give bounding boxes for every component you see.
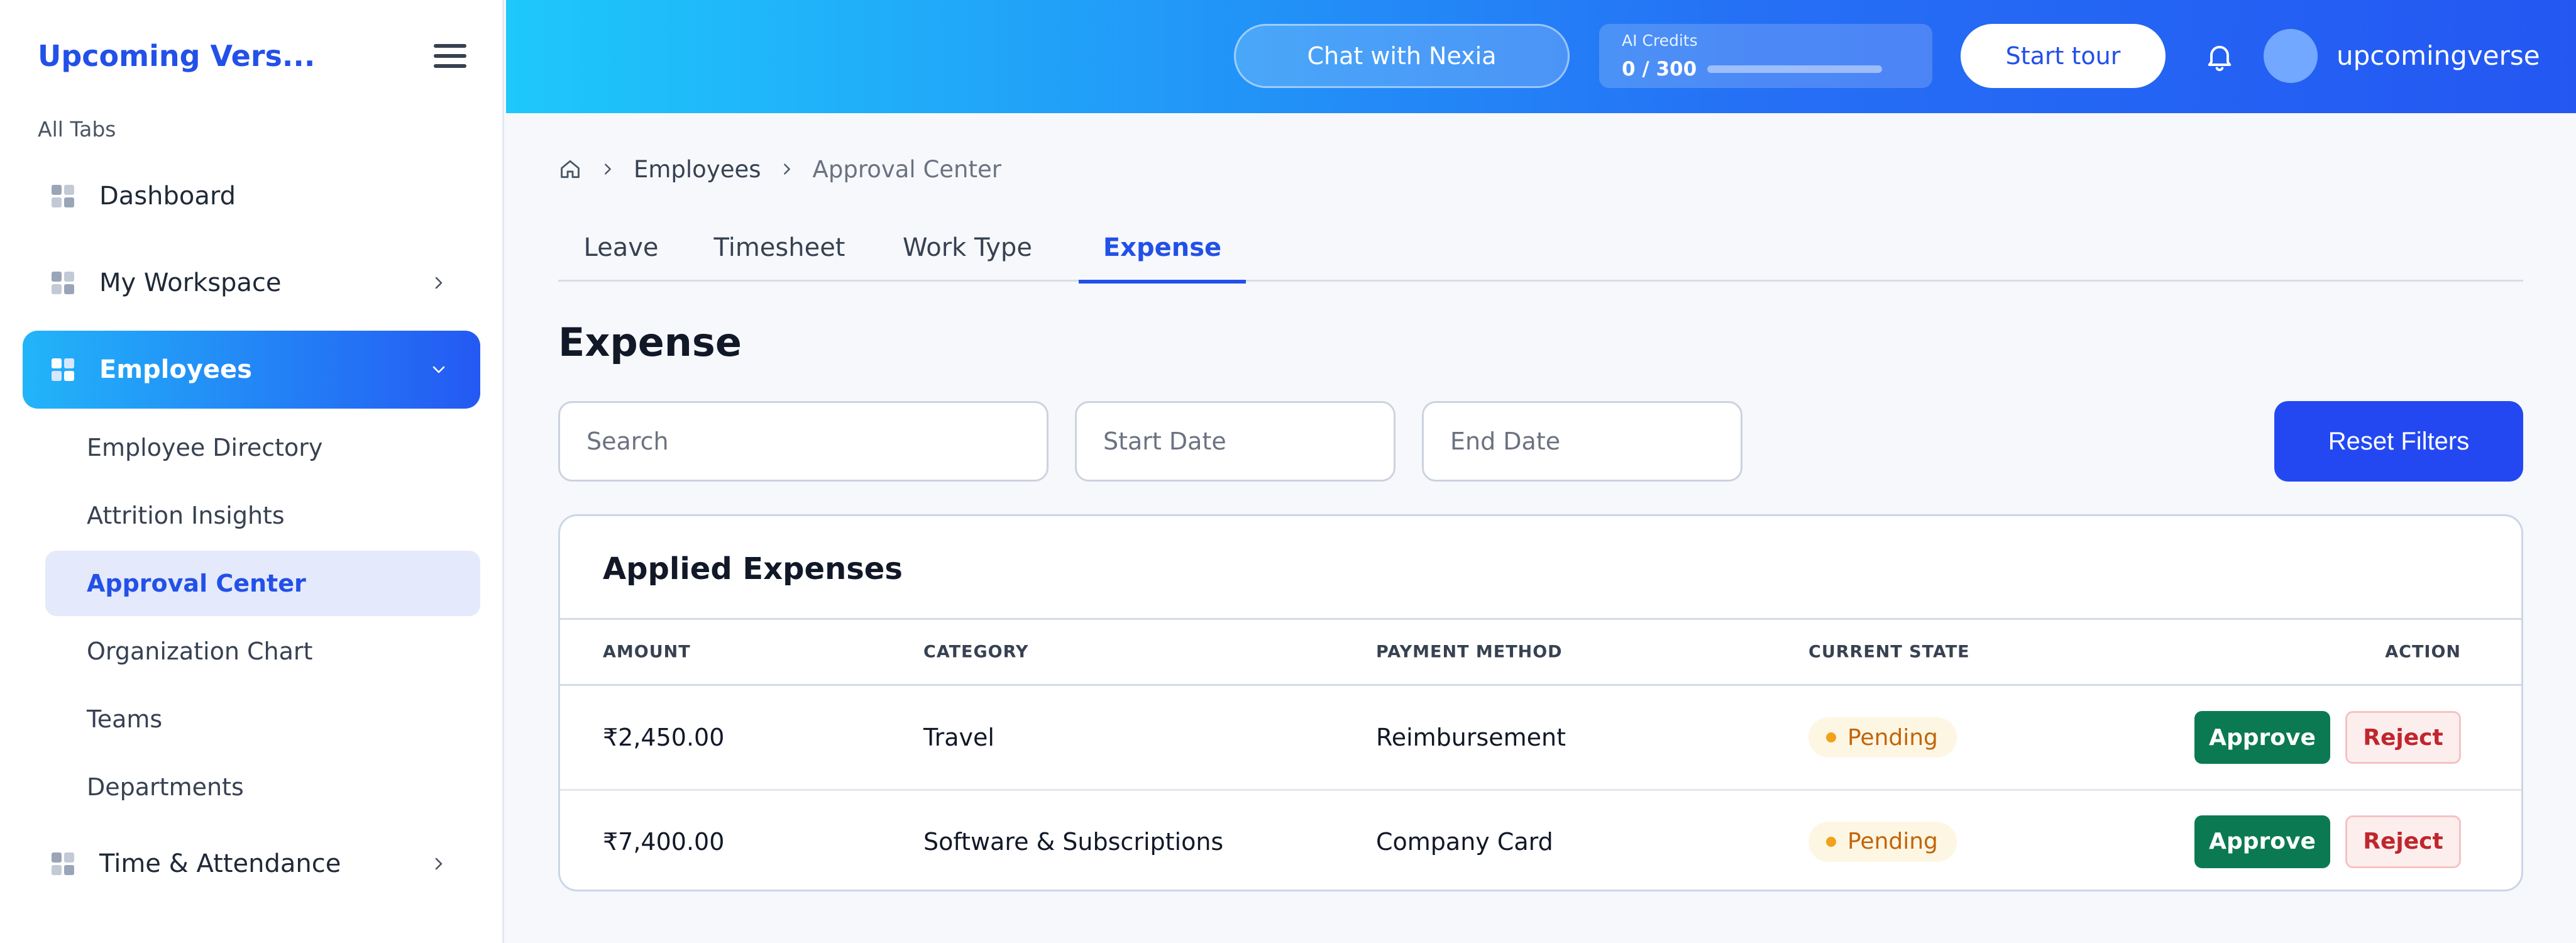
column-header-category: CATEGORY bbox=[923, 642, 1029, 662]
sidebar-subitem-label: Organization Chart bbox=[87, 637, 313, 665]
chat-with-nexia-button[interactable]: Chat with Nexia bbox=[1234, 24, 1570, 88]
ai-credits-value: 0 / 300 bbox=[1622, 58, 1697, 80]
column-header-action: ACTION bbox=[2385, 642, 2461, 662]
tab-leave[interactable]: Leave bbox=[572, 214, 670, 282]
status-badge: Pending bbox=[1808, 717, 1957, 758]
sidebar-item-my-workspace[interactable]: My Workspace bbox=[23, 244, 480, 322]
sidebar-item-dashboard[interactable]: Dashboard bbox=[23, 157, 480, 235]
approve-button[interactable]: Approve bbox=[2194, 711, 2330, 764]
avatar[interactable] bbox=[2264, 29, 2318, 83]
cell-amount: ₹2,450.00 bbox=[603, 724, 725, 751]
sidebar-item-label: Time & Attendance bbox=[99, 849, 341, 878]
reject-button[interactable]: Reject bbox=[2345, 815, 2461, 868]
sidebar: Upcoming Vers... All Tabs Dashboard My W… bbox=[0, 0, 504, 943]
reset-filters-button[interactable]: Reset Filters bbox=[2274, 401, 2523, 482]
sidebar-subitem-organization-chart[interactable]: Organization Chart bbox=[45, 619, 480, 684]
chevron-right-icon bbox=[601, 162, 615, 176]
tab-work-type[interactable]: Work Type bbox=[890, 214, 1045, 282]
sidebar-item-time-attendance[interactable]: Time & Attendance bbox=[23, 825, 480, 903]
sidebar-subitem-teams[interactable]: Teams bbox=[45, 687, 480, 752]
cell-payment-method: Company Card bbox=[1376, 827, 1553, 856]
username[interactable]: upcomingverse bbox=[2337, 40, 2540, 71]
home-icon[interactable] bbox=[558, 157, 582, 181]
ai-credits-label: AI Credits bbox=[1622, 31, 1698, 50]
tab-timesheet[interactable]: Timesheet bbox=[707, 214, 852, 282]
applied-expenses-card: Applied Expenses AMOUNT CATEGORY PAYMENT… bbox=[558, 514, 2523, 891]
sidebar-item-label: Employees bbox=[99, 355, 252, 384]
ai-credits-widget: AI Credits 0 / 300 bbox=[1599, 24, 1932, 88]
approve-button[interactable]: Approve bbox=[2194, 815, 2330, 868]
cell-amount: ₹7,400.00 bbox=[603, 827, 725, 856]
page-title: Expense bbox=[558, 319, 742, 365]
top-bar: Chat with Nexia AI Credits 0 / 300 Start… bbox=[506, 0, 2576, 113]
end-date-input[interactable] bbox=[1422, 401, 1742, 482]
tab-expense[interactable]: Expense bbox=[1079, 214, 1246, 284]
sidebar-subitem-label: Employee Directory bbox=[87, 434, 323, 461]
sidebar-subitem-approval-center[interactable]: Approval Center bbox=[45, 551, 480, 616]
table-row: ₹7,400.00 Software & Subscriptions Compa… bbox=[560, 789, 2521, 890]
table-header: AMOUNT CATEGORY PAYMENT METHOD CURRENT S… bbox=[560, 618, 2521, 686]
cell-payment-method: Reimbursement bbox=[1376, 724, 1566, 751]
bell-icon[interactable] bbox=[2203, 40, 2236, 73]
sidebar-subitem-label: Attrition Insights bbox=[87, 502, 285, 529]
chevron-right-icon bbox=[426, 851, 451, 876]
hamburger-menu-icon[interactable] bbox=[434, 44, 466, 69]
sidebar-subitem-label: Departments bbox=[87, 773, 244, 801]
sidebar-item-label: My Workspace bbox=[99, 268, 282, 297]
cell-category: Travel bbox=[923, 724, 994, 751]
time-grid-icon bbox=[52, 852, 74, 875]
sidebar-subitem-attrition-insights[interactable]: Attrition Insights bbox=[45, 483, 480, 548]
workspace-grid-icon bbox=[52, 272, 74, 294]
column-header-payment-method: PAYMENT METHOD bbox=[1376, 642, 1563, 662]
cell-category: Software & Subscriptions bbox=[923, 827, 1224, 856]
employees-grid-icon bbox=[52, 358, 74, 381]
breadcrumb: Employees Approval Center bbox=[558, 153, 1001, 185]
tab-bar: Leave Timesheet Work Type Expense bbox=[558, 214, 2523, 284]
sidebar-section-label: All Tabs bbox=[38, 117, 116, 141]
breadcrumb-item-employees[interactable]: Employees bbox=[634, 156, 761, 183]
sidebar-subitem-departments[interactable]: Departments bbox=[45, 754, 480, 820]
sidebar-item-label: Dashboard bbox=[99, 182, 236, 211]
breadcrumb-item-current: Approval Center bbox=[812, 155, 1001, 183]
ai-credits-progress-bar bbox=[1707, 65, 1882, 73]
sidebar-subitem-label: Teams bbox=[87, 705, 163, 733]
table-row: ₹2,450.00 Travel Reimbursement Pending A… bbox=[560, 686, 2521, 789]
column-header-amount: AMOUNT bbox=[603, 642, 691, 662]
search-input[interactable] bbox=[558, 401, 1049, 482]
reject-button[interactable]: Reject bbox=[2345, 711, 2461, 764]
sidebar-subitem-employee-directory[interactable]: Employee Directory bbox=[45, 415, 480, 480]
chevron-right-icon bbox=[780, 162, 794, 176]
card-title: Applied Expenses bbox=[603, 551, 903, 587]
chevron-down-icon bbox=[426, 357, 451, 382]
start-tour-button[interactable]: Start tour bbox=[1961, 24, 2166, 88]
brand-title[interactable]: Upcoming Vers... bbox=[38, 39, 315, 73]
column-header-current-state: CURRENT STATE bbox=[1808, 642, 1970, 662]
sidebar-item-employees[interactable]: Employees bbox=[23, 331, 480, 409]
start-date-input[interactable] bbox=[1075, 401, 1395, 482]
sidebar-subitem-label: Approval Center bbox=[87, 570, 306, 597]
chevron-right-icon bbox=[426, 270, 451, 295]
status-badge: Pending bbox=[1808, 821, 1957, 862]
dashboard-grid-icon bbox=[52, 185, 74, 207]
